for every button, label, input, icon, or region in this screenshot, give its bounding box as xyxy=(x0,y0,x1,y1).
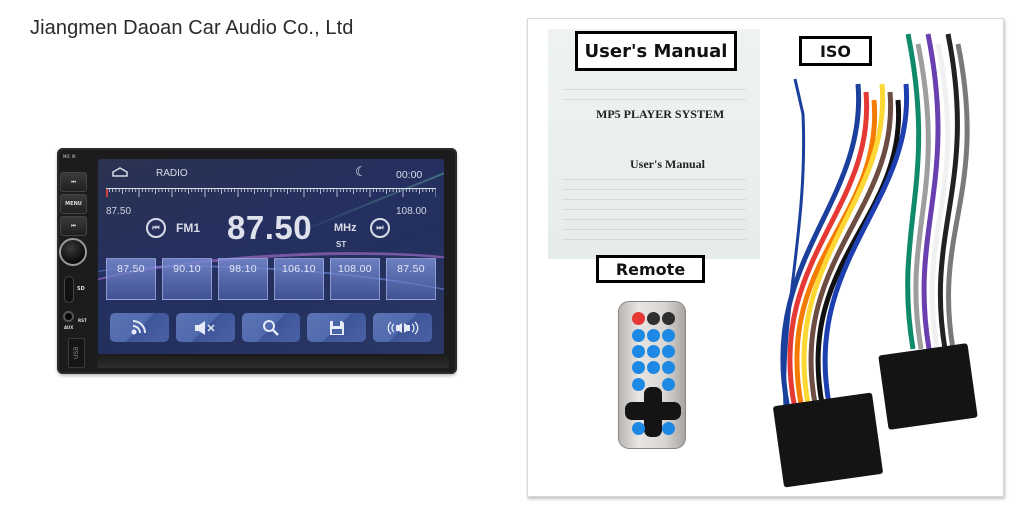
remote-number-key[interactable] xyxy=(632,345,645,358)
remote-function-key[interactable] xyxy=(632,378,645,391)
aux-jack xyxy=(63,311,74,322)
head-unit-device: MIC IR ⏭ MENU ⏮ SD RST AUX USB RADIO ☾ 0… xyxy=(57,148,457,374)
skip-next-icon: ⏭ xyxy=(376,223,384,232)
preset-button[interactable]: 90.10 xyxy=(162,258,212,300)
search-button[interactable] xyxy=(241,313,301,342)
remote-number-key[interactable] xyxy=(647,361,660,374)
tuner-position-marker[interactable] xyxy=(106,189,108,197)
remote-function-key[interactable] xyxy=(662,422,675,435)
device-side-panel: MIC IR ⏭ MENU ⏮ SD RST AUX USB xyxy=(57,148,90,374)
remote-number-key[interactable] xyxy=(647,345,660,358)
seek-next-button[interactable]: ⏭ xyxy=(370,218,390,238)
remote-number-key[interactable] xyxy=(632,329,645,342)
stereo-indicator: ST xyxy=(336,240,347,249)
remote-call-key[interactable] xyxy=(647,312,660,325)
radio-toolbar xyxy=(110,313,432,342)
iso-connector xyxy=(773,392,883,488)
remote-power-key[interactable] xyxy=(632,312,645,325)
remote-function-key[interactable] xyxy=(662,378,675,391)
current-frequency: 87.50 xyxy=(227,209,313,246)
user-manual-label: User's Manual xyxy=(575,31,737,71)
iso-connector xyxy=(878,343,978,430)
mute-icon xyxy=(195,320,215,335)
mute-button[interactable] xyxy=(175,313,235,342)
remote-number-key[interactable] xyxy=(662,361,675,374)
manual-cover-title: MP5 PLAYER SYSTEM xyxy=(596,107,725,121)
screen-mode-title: RADIO xyxy=(156,168,188,179)
floppy-disk-icon xyxy=(329,320,344,335)
usb-port: USB xyxy=(68,338,85,368)
remote-function-key[interactable] xyxy=(632,422,645,435)
remote-control xyxy=(618,301,686,449)
skip-previous-icon: ⏮ xyxy=(152,223,160,232)
signal-button[interactable] xyxy=(110,313,169,342)
sd-card-slot xyxy=(64,276,74,303)
frequency-unit: MHz xyxy=(334,222,357,234)
remote-number-key[interactable] xyxy=(662,345,675,358)
frequency-min-label: 87.50 xyxy=(106,206,132,217)
moon-icon[interactable]: ☾ xyxy=(355,164,367,180)
preset-button[interactable]: 87.50 xyxy=(386,258,436,300)
frequency-max-label: 108.00 xyxy=(396,206,427,217)
radio-screen: RADIO ☾ 00:00 87.50 108.00 ⏮ FM1 87.50 M… xyxy=(98,159,444,355)
remote-dpad xyxy=(625,402,681,420)
preset-button[interactable]: 87.50 xyxy=(106,258,156,300)
stereo-speaker-icon xyxy=(387,321,418,334)
manual-cover-subtitle: User's Manual xyxy=(630,157,705,171)
remote-label: Remote xyxy=(596,255,705,283)
tuner-ticks xyxy=(106,189,436,197)
preset-button[interactable]: 98.10 xyxy=(218,258,268,300)
tuner-scale[interactable] xyxy=(106,188,436,198)
screen-clock: 00:00 xyxy=(396,169,423,181)
menu-hardware-button[interactable]: MENU xyxy=(60,194,87,214)
prev-track-hardware-button[interactable]: ⏮ xyxy=(60,216,87,236)
device-bottom-bezel xyxy=(97,354,449,368)
seek-previous-button[interactable]: ⏮ xyxy=(146,218,166,238)
remote-number-key[interactable] xyxy=(662,329,675,342)
reset-label: RST xyxy=(78,318,87,323)
preset-button[interactable]: 108.00 xyxy=(330,258,380,300)
save-button[interactable] xyxy=(307,313,367,342)
preset-button[interactable]: 106.10 xyxy=(274,258,324,300)
home-icon[interactable] xyxy=(112,167,128,177)
accessories-panel: MP5 PLAYER SYSTEM User's Manual User's M… xyxy=(527,18,1004,497)
iso-wiring-harness xyxy=(773,33,978,488)
volume-knob[interactable] xyxy=(59,238,87,266)
signal-icon xyxy=(131,319,147,334)
aux-label: AUX xyxy=(64,325,74,330)
preset-list: 87.50 90.10 98.10 106.10 108.00 87.50 xyxy=(106,258,436,300)
next-track-hardware-button[interactable]: ⏭ xyxy=(60,172,87,192)
search-icon xyxy=(262,319,279,336)
mic-ir-label: MIC IR xyxy=(63,154,76,159)
sd-label: SD xyxy=(77,286,85,292)
remote-hang-up-key[interactable] xyxy=(662,312,675,325)
company-name: Jiangmen Daoan Car Audio Co., Ltd xyxy=(30,17,354,39)
remote-number-key[interactable] xyxy=(647,329,660,342)
stereo-sound-button[interactable] xyxy=(373,313,432,342)
band-label[interactable]: FM1 xyxy=(176,221,200,235)
remote-number-key[interactable] xyxy=(632,361,645,374)
